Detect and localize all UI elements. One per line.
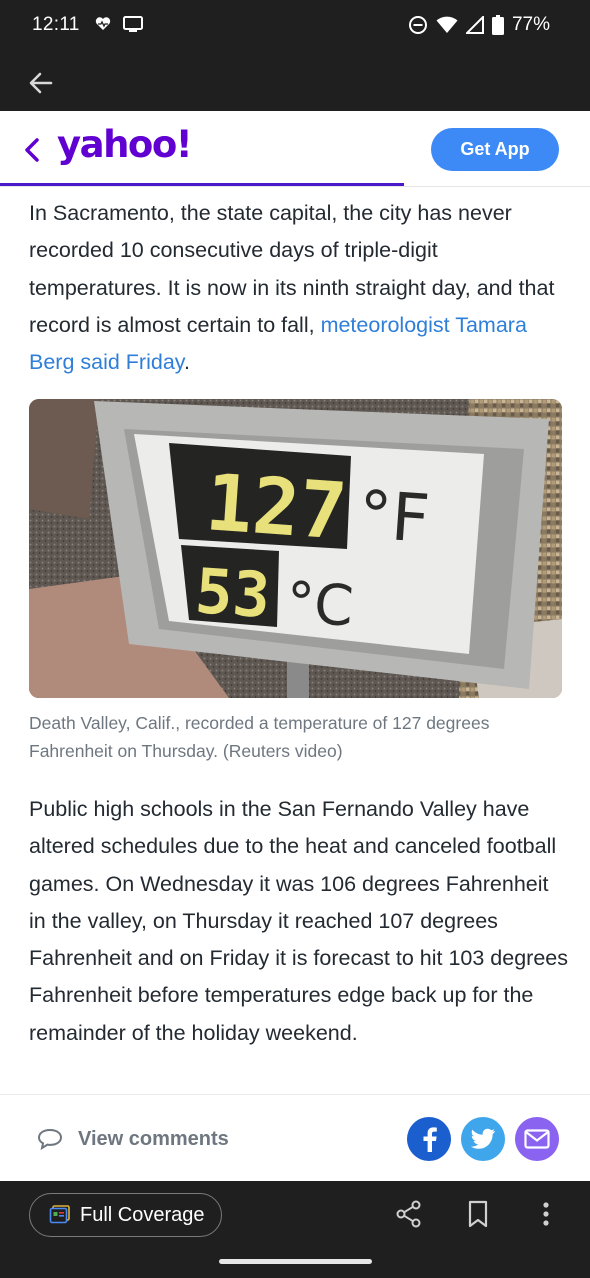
thermometer-sign-image: 127 °F 53 °C: [29, 399, 562, 698]
fahrenheit-digits: 127: [203, 458, 350, 558]
battery-icon: [491, 15, 504, 35]
share-icon[interactable]: [394, 1199, 424, 1229]
status-left-icons: [94, 15, 144, 33]
fahrenheit-unit: °F: [356, 476, 432, 558]
comments-share-bar: View comments: [0, 1094, 590, 1181]
back-arrow-icon[interactable]: [26, 68, 56, 98]
email-icon: [524, 1129, 550, 1149]
heart-rate-icon: [95, 17, 111, 30]
site-header: yahoo! Get App: [0, 111, 590, 187]
status-bar: 12:11 77%: [0, 0, 590, 54]
paragraph-end: .: [183, 350, 190, 375]
article-paragraph: In Sacramento, the state capital, the ci…: [29, 195, 569, 381]
status-right: 77%: [408, 14, 550, 36]
celsius-unit: °C: [284, 570, 355, 640]
app-nav-bar: [0, 54, 590, 111]
gesture-navigation-bar[interactable]: [219, 1259, 372, 1264]
twitter-icon: [470, 1128, 495, 1149]
bookmark-icon[interactable]: [463, 1199, 493, 1229]
signal-icon: [465, 16, 484, 34]
chevron-left-icon[interactable]: [20, 135, 44, 165]
celsius-digits: 53: [193, 554, 273, 632]
get-app-button[interactable]: Get App: [431, 128, 559, 171]
view-comments-label: View comments: [78, 1127, 229, 1150]
article-paragraph: Public high schools in the San Fernando …: [29, 797, 569, 1045]
view-comments-button[interactable]: View comments: [36, 1127, 229, 1151]
status-time: 12:11: [32, 14, 80, 35]
facebook-share-button[interactable]: [407, 1117, 451, 1161]
full-coverage-label: Full Coverage: [80, 1203, 205, 1226]
yahoo-logo[interactable]: yahoo!: [57, 123, 193, 166]
full-coverage-icon: [49, 1205, 70, 1224]
bottom-app-bar: Full Coverage: [0, 1181, 590, 1278]
more-options-icon[interactable]: [531, 1199, 561, 1229]
article-photo[interactable]: 127 °F 53 °C: [29, 399, 562, 698]
do-not-disturb-icon: [408, 16, 427, 34]
wifi-icon: [436, 16, 458, 33]
full-coverage-button[interactable]: Full Coverage: [29, 1193, 222, 1237]
twitter-share-button[interactable]: [461, 1117, 505, 1161]
battery-percent: 77%: [511, 14, 550, 35]
comment-bubble-icon: [37, 1128, 63, 1151]
email-share-button[interactable]: [515, 1117, 559, 1161]
facebook-icon: [423, 1127, 437, 1152]
screen-icon: [123, 16, 143, 32]
photo-caption: Death Valley, Calif., recorded a tempera…: [29, 713, 490, 761]
reading-progress-bar: [0, 183, 405, 186]
